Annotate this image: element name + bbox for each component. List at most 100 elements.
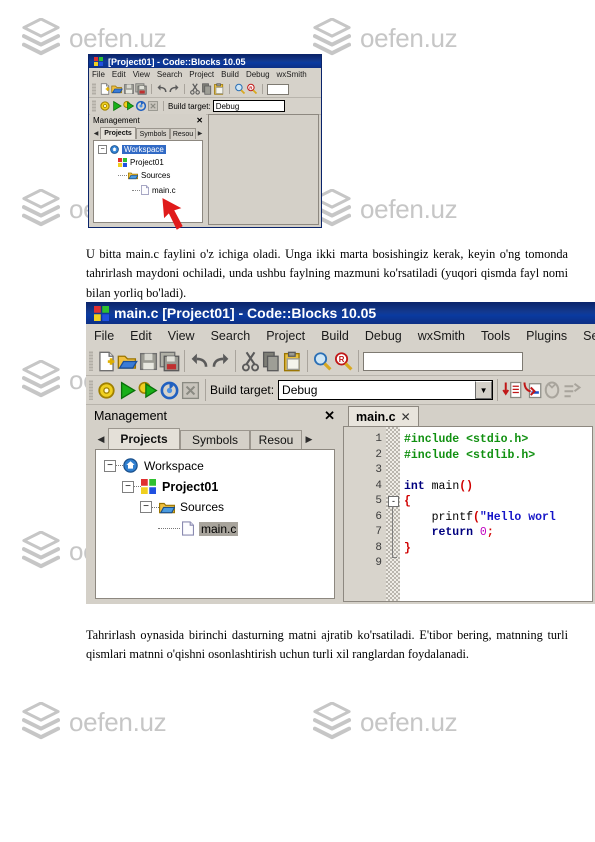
toolbar-grip[interactable] [89,380,93,400]
chevron-down-icon[interactable]: ▼ [475,381,493,399]
tree-node-sources[interactable]: − Sources [140,500,224,514]
open-file-icon[interactable] [111,83,123,95]
tree-node-workspace[interactable]: − Workspace [104,458,204,473]
fold-margin[interactable] [386,427,400,601]
open-file-icon[interactable] [117,351,138,372]
editor-tabstrip[interactable]: main.c ✕ [343,405,593,426]
undo-icon[interactable] [156,83,168,95]
menu-item-wxsmith[interactable]: wxSmith [418,329,465,343]
abort-icon[interactable] [180,380,201,401]
debug-next-line-icon[interactable] [522,380,542,400]
toolbar-grip[interactable] [89,351,93,371]
large-management-tabstrip[interactable]: ◀ Projects Symbols Resou ▶ [88,426,341,449]
tree-node-mainc[interactable]: main.c [132,185,176,195]
undo-icon[interactable] [189,351,210,372]
abort-icon[interactable] [147,100,159,112]
find-icon[interactable] [234,83,246,95]
large-window-menubar[interactable]: File Edit View Search Project Build Debu… [86,324,595,347]
menu-item-project[interactable]: Project [266,329,305,343]
menu-item-edit[interactable]: Edit [112,70,126,79]
build-and-run-icon[interactable] [138,380,159,401]
large-project-tree[interactable]: − Workspace − Project01 − Sources main.c [95,449,335,599]
run-icon[interactable] [111,100,123,112]
debug-continue-icon[interactable] [502,380,522,400]
build-target-combo[interactable]: Debug [212,100,285,112]
tree-node-mainc[interactable]: main.c [158,521,239,536]
cut-icon[interactable] [189,83,201,95]
menu-item-view[interactable]: View [168,329,195,343]
run-icon[interactable] [117,380,138,401]
paste-icon[interactable] [282,351,303,372]
menu-item-settings[interactable]: Settings [583,329,595,343]
code-line[interactable]: #include <stdlib.h> [404,449,535,462]
build-and-run-icon[interactable] [123,100,135,112]
tree-expander-icon[interactable]: − [104,459,116,472]
copy-icon[interactable] [261,351,282,372]
large-window-search-input[interactable] [363,351,523,371]
new-file-icon[interactable] [96,351,117,372]
small-window-menubar[interactable]: File Edit View Search Project Build Debu… [89,68,321,81]
rebuild-icon[interactable] [135,100,147,112]
debug-step-out-icon[interactable] [562,380,582,400]
redo-icon[interactable] [210,351,231,372]
replace-icon[interactable]: R [333,351,354,372]
tree-expander-icon[interactable]: − [140,501,152,513]
code-line[interactable]: return 0; [404,526,494,539]
large-window-main-toolbar[interactable]: R [86,347,595,376]
code-line[interactable]: int main() [404,480,473,493]
tab-scroll-right-icon[interactable]: ▶ [196,128,204,139]
menu-item-project[interactable]: Project [189,70,214,79]
menu-item-search[interactable]: Search [211,329,251,343]
tab-scroll-left-icon[interactable]: ◀ [94,429,108,449]
editor-tab-mainc[interactable]: main.c ✕ [348,406,419,426]
code-line[interactable]: { [404,495,411,508]
large-window-build-toolbar[interactable]: Build target: Debug ▼ [86,376,595,405]
tree-expander-icon[interactable]: − [98,145,107,154]
debug-step-into-icon[interactable] [542,380,562,400]
tree-expander-icon[interactable]: − [122,480,134,493]
tree-node-workspace[interactable]: − Workspace [98,145,166,154]
save-icon[interactable] [123,83,135,95]
small-window-main-toolbar[interactable]: R [89,81,321,98]
tree-node-project[interactable]: Project01 [108,158,164,167]
paste-icon[interactable] [213,83,225,95]
menu-item-debug[interactable]: Debug [246,70,270,79]
menu-item-plugins[interactable]: Plugins [526,329,567,343]
build-icon[interactable] [99,100,111,112]
cut-icon[interactable] [240,351,261,372]
small-management-tabstrip[interactable]: ◀ Projects Symbols Resou ▶ [90,126,206,139]
tab-projects[interactable]: Projects [108,428,180,449]
close-icon[interactable]: ✕ [196,116,203,125]
tree-node-sources[interactable]: Sources [118,171,170,180]
new-file-icon[interactable] [99,83,111,95]
menu-item-build[interactable]: Build [221,70,239,79]
save-all-icon[interactable] [159,351,180,372]
save-all-icon[interactable] [135,83,147,95]
tab-scroll-left-icon[interactable]: ◀ [92,128,100,139]
toolbar-grip[interactable] [92,100,96,112]
menu-item-debug[interactable]: Debug [365,329,402,343]
rebuild-icon[interactable] [159,380,180,401]
build-icon[interactable] [96,380,117,401]
tab-projects[interactable]: Projects [100,127,136,139]
toolbar-grip[interactable] [92,83,96,95]
code-line[interactable]: printf("Hello worl [404,511,556,524]
small-window-search-field[interactable] [267,83,289,95]
copy-icon[interactable] [201,83,213,95]
menu-item-file[interactable]: File [92,70,105,79]
small-window-build-toolbar[interactable]: Build target: Debug [89,98,321,115]
tab-symbols[interactable]: Symbols [136,128,170,139]
menu-item-build[interactable]: Build [321,329,349,343]
fold-toggle-button[interactable]: - [388,496,399,507]
close-icon[interactable]: ✕ [324,408,335,424]
tab-symbols[interactable]: Symbols [180,430,250,449]
close-icon[interactable]: ✕ [401,410,411,424]
redo-icon[interactable] [168,83,180,95]
tab-resources[interactable]: Resou [170,128,196,139]
menu-item-edit[interactable]: Edit [130,329,152,343]
code-editor[interactable]: 1 2 3 4 5 6 7 8 9 #include <stdio.h> #include <st… [343,426,593,602]
code-line[interactable]: #include <stdio.h> [404,433,528,446]
build-target-combo[interactable]: Debug ▼ [278,380,494,400]
replace-icon[interactable]: R [246,83,258,95]
tab-scroll-right-icon[interactable]: ▶ [302,429,316,449]
